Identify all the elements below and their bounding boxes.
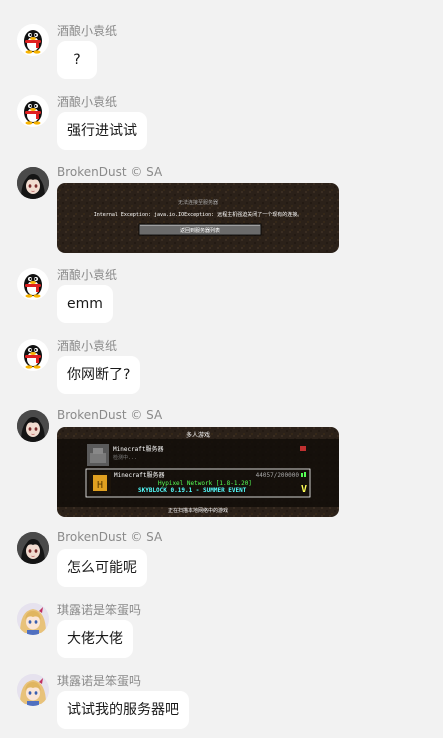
qq-penguin-avatar[interactable] [17,24,49,56]
penguin-icon [24,345,42,369]
message-bubble[interactable]: 你网断了? [57,356,141,394]
anime-girl-avatar[interactable] [17,532,49,564]
sender-name[interactable]: 酒酿小袁纸 [57,22,117,39]
message-bubble[interactable]: emm [57,285,113,323]
message-bubble[interactable]: 试试我的服务器吧 [57,691,189,729]
sender-name[interactable]: 琪露诺是笨蛋吗 [57,601,141,618]
server1-name: Minecraft服务器 [113,445,164,453]
anime-blonde-avatar[interactable] [17,603,49,635]
server1-status: 检测中... [113,454,137,461]
qq-penguin-avatar[interactable] [17,339,49,371]
anime-girl-icon [17,410,49,442]
minecraft-disconnect-screenshot: 无法连接至服务器 Internal Exception: java.io.IOE… [57,183,339,253]
disconnect-title: 无法连接至服务器 [178,199,218,206]
signal-icon [301,473,303,477]
message-bubble[interactable]: 大佬大佬 [57,620,133,658]
screenshot-image[interactable]: 多人游戏 Minecraft服务器 检测中... H Minecraft服务器 … [57,427,339,517]
back-to-server-list-button: 返回到服务器列表 [180,227,220,234]
message-bubble[interactable]: 强行进试试 [57,112,147,150]
penguin-icon [24,101,42,125]
message-bubble[interactable]: 怎么可能呢 [57,549,147,587]
sender-name[interactable]: BrokenDust © SA [57,408,162,422]
sender-name[interactable]: 琪露诺是笨蛋吗 [57,672,141,689]
no-connection-icon [300,446,306,451]
multiplayer-title: 多人游戏 [186,431,210,439]
disconnect-reason: Internal Exception: java.io.IOException:… [94,211,302,218]
message-bubble[interactable]: ? [57,41,97,79]
sender-name[interactable]: 酒酿小袁纸 [57,337,117,354]
sender-name[interactable]: BrokenDust © SA [57,530,162,544]
server2-badge: V [301,484,307,495]
screenshot-image[interactable]: 无法连接至服务器 Internal Exception: java.io.IOE… [57,183,339,253]
hypixel-logo-icon: H [97,480,103,491]
anime-girl-icon [17,532,49,564]
anime-girl-icon [17,167,49,199]
anime-blonde-icon [17,674,49,706]
sender-name[interactable]: 酒酿小袁纸 [57,266,117,283]
penguin-icon [24,30,42,54]
anime-girl-avatar[interactable] [17,410,49,442]
anime-blonde-icon [17,603,49,635]
server2-motd-line1: Hypixel Network [1.8-1.20] [158,480,252,487]
server2-motd-line2: SKYBLOCK 0.19.1 - SUMMER EVENT [138,487,247,494]
penguin-icon [24,274,42,298]
anime-blonde-avatar[interactable] [17,674,49,706]
anime-girl-avatar[interactable] [17,167,49,199]
qq-penguin-avatar[interactable] [17,268,49,300]
sender-name[interactable]: 酒酿小袁纸 [57,93,117,110]
qq-penguin-avatar[interactable] [17,95,49,127]
server2-players: 44057/200000 [256,472,300,479]
minecraft-server-list-screenshot: 多人游戏 Minecraft服务器 检测中... H Minecraft服务器 … [57,427,339,517]
sender-name[interactable]: BrokenDust © SA [57,165,162,179]
lan-scan-text: 正在扫描本地网络中的游戏 [168,507,228,514]
server2-name: Minecraft服务器 [114,471,165,479]
